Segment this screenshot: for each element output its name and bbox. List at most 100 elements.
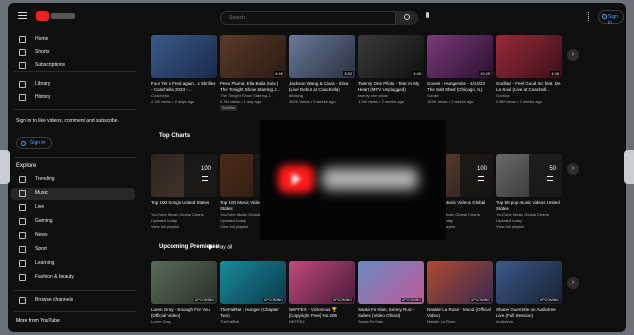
sidebar-divider	[14, 290, 136, 291]
explore-item-news[interactable]: News	[11, 230, 135, 242]
sidebar-item-shorts[interactable]: Shorts	[11, 47, 135, 59]
channel-name[interactable]: Loren Gray	[151, 319, 217, 324]
explore-heading: Explore	[16, 163, 37, 169]
channel-name[interactable]: Natalie La Rose	[427, 319, 493, 324]
library-icon	[19, 81, 26, 88]
explore-item-gaming[interactable]: Gaming	[11, 216, 135, 228]
channel-name[interactable]: Gorillaz	[496, 93, 562, 98]
channel-name[interactable]: Coachella	[151, 93, 217, 98]
menu-icon[interactable]	[18, 12, 27, 19]
sidebar-sign-in-button[interactable]: Sign in	[16, 137, 52, 149]
video-title[interactable]: Twenty One Pilots - Tear In My Heart (MT…	[358, 81, 424, 92]
browser-window: Search Sign in Home Shorts Subscriptions L…	[8, 3, 626, 332]
video-title[interactable]: Goose - Hungersite - 4/14/23 The Salt Sh…	[427, 81, 493, 92]
browse-channels-label: Browse channels	[35, 297, 74, 303]
explore-item-live[interactable]: Live	[11, 202, 135, 214]
channel-name[interactable]: twenty one pilots	[358, 93, 424, 98]
video-thumbnail[interactable]: UPCOMING	[289, 261, 355, 304]
channel-name[interactable]: The Tonight Show Starring J...	[220, 93, 286, 98]
video-title[interactable]: Santa Fe Klan, Kenny Ruiz - Sabes (Video…	[358, 307, 424, 318]
channel-name[interactable]: 88rising	[289, 93, 355, 98]
sidebar-item-home[interactable]: Home	[11, 34, 135, 46]
video-title[interactable]: Shane Guerrette on Audiotree Live (Full …	[496, 307, 562, 318]
video-thumbnail[interactable]: 4:28	[496, 35, 562, 78]
music-icon	[19, 190, 26, 197]
youtube-logo[interactable]	[36, 11, 76, 21]
sidebar-item-label: Learning	[35, 260, 55, 266]
video-title[interactable]: NEFFEX - Victorious 🏆 [Copyright Free] N…	[289, 307, 355, 318]
video-thumbnail[interactable]	[151, 35, 217, 78]
trending-icon	[19, 176, 26, 183]
upcoming-badge: UPCOMING	[538, 298, 560, 302]
view-full-playlist-link[interactable]: View full playlist	[496, 224, 562, 229]
microphone-icon[interactable]	[424, 12, 432, 23]
video-thumbnail[interactable]: 4:40	[220, 35, 286, 78]
search-icon[interactable]	[396, 11, 418, 25]
playlist-thumbnail[interactable]: 50	[496, 154, 562, 197]
playlist-title[interactable]: Top 100 Songs United States	[151, 200, 217, 211]
live-icon	[19, 204, 26, 211]
next-arrow-icon[interactable]: ›	[567, 163, 579, 175]
sign-in-button[interactable]: Sign in	[598, 10, 624, 26]
playlist-title[interactable]: Top 50 pop music videos United States	[496, 200, 562, 211]
upcoming-badge: UPCOMING	[262, 298, 284, 302]
video-thumbnail[interactable]: UPCOMING	[220, 261, 286, 304]
explore-item-fashion-beauty[interactable]: Fashion & beauty	[11, 272, 135, 284]
explore-item-music[interactable]: Music	[11, 188, 135, 200]
sidebar-item-history[interactable]: History	[11, 92, 135, 104]
video-thumbnail[interactable]: UPCOMING	[151, 261, 217, 304]
gaming-icon	[19, 218, 26, 225]
playlist-owner[interactable]: YouTube Music Global Charts	[151, 212, 217, 217]
youtube-wordmark-blurred	[322, 168, 418, 190]
video-meta: 5.7M views • 1 day ago	[220, 99, 262, 104]
video-title[interactable]: Loren Gray - Enough For You (Official Vi…	[151, 307, 217, 318]
video-thumbnail[interactable]: UPCOMING	[358, 261, 424, 304]
next-arrow-icon[interactable]: ›	[567, 277, 579, 289]
view-full-playlist-link[interactable]: View full playlist	[151, 224, 217, 229]
news-icon	[19, 232, 26, 239]
playlist-count-pane: 50	[529, 154, 562, 197]
account-icon	[602, 14, 607, 19]
explore-item-trending[interactable]: Trending	[11, 174, 135, 186]
search-input[interactable]: Search	[220, 11, 396, 25]
subscriptions-icon	[19, 62, 26, 69]
sidebar-item-library[interactable]: Library	[11, 79, 135, 91]
channel-name[interactable]: NEFFEX	[289, 319, 355, 324]
side-handle-right	[624, 150, 634, 184]
video-meta: 2.1M views • 2 days ago	[151, 99, 195, 104]
sidebar-item-label: Gaming	[35, 218, 53, 224]
video-thumbnail[interactable]: 3:52	[289, 35, 355, 78]
video-thumbnail[interactable]: 10:25	[427, 35, 493, 78]
video-title[interactable]: TheFatRat - Hunger (Chapter Two)	[220, 307, 286, 318]
explore-item-sport[interactable]: Sport	[11, 244, 135, 256]
video-thumbnail[interactable]: UPCOMING	[427, 261, 493, 304]
playlist-updated: Updated today	[496, 218, 523, 223]
explore-item-learning[interactable]: Learning	[11, 258, 135, 270]
duration-badge: 10:25	[478, 71, 491, 76]
playlist-thumbnail[interactable]: 100	[151, 154, 217, 197]
video-title[interactable]: Natalie La Rose - Mood (Official Video)	[427, 307, 493, 318]
video-title[interactable]: Peso Pluma: Ella Baila Sola | The Tonigh…	[220, 81, 286, 92]
upcoming-badge: UPCOMING	[400, 298, 422, 302]
channel-name[interactable]: Audiotree	[496, 319, 562, 324]
play-all-button[interactable]: Play all	[209, 244, 232, 250]
fashion-icon	[19, 274, 26, 281]
video-title[interactable]: Jackson Wang & Ciara - Slow (Live Debut …	[289, 81, 355, 92]
video-title[interactable]: Gorillaz - Feel Good Inc feat. De La Sou…	[496, 81, 562, 92]
video-thumbnail[interactable]: 4:45	[358, 35, 424, 78]
channel-name[interactable]: TheFatRat	[220, 319, 286, 324]
sidebar-item-label: Library	[35, 81, 51, 87]
playlist-owner[interactable]: YouTube Music Global Charts	[496, 212, 562, 217]
more-options-icon[interactable]	[588, 12, 591, 21]
video-thumbnail[interactable]: UPCOMING	[496, 261, 562, 304]
video-title[interactable]: Four Tet x Fred again.. x Skrillex - Coa…	[151, 81, 217, 92]
browse-channels-item[interactable]: Browse channels	[11, 295, 135, 307]
top-bar: Search Sign in	[8, 3, 626, 29]
home-icon	[19, 36, 26, 43]
next-arrow-icon[interactable]: ›	[567, 49, 579, 61]
playlist-count-pane: 100	[184, 154, 217, 197]
channel-name[interactable]: Goose	[427, 93, 493, 98]
sidebar-divider	[14, 71, 136, 72]
channel-name[interactable]: Santa Fe Klan	[358, 319, 424, 324]
sign-in-label: Sign in	[608, 14, 619, 26]
